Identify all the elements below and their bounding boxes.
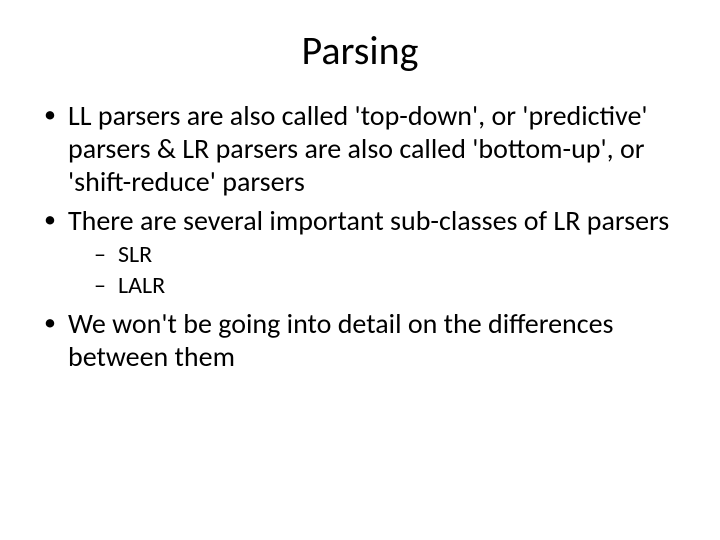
bullet-item: There are several important sub-classes …: [40, 204, 680, 301]
bullet-text: There are several important sub-classes …: [68, 203, 669, 238]
bullet-item: LL parsers are also called 'top-down', o…: [40, 99, 680, 198]
slide-title: Parsing: [40, 26, 680, 75]
sub-bullet-item: LALR: [68, 272, 680, 301]
sub-bullet-item: SLR: [68, 241, 680, 270]
slide: Parsing LL parsers are also called 'top-…: [0, 0, 720, 540]
bullet-list: LL parsers are also called 'top-down', o…: [40, 99, 680, 373]
sub-bullet-list: SLR LALR: [68, 241, 680, 301]
bullet-item: We won't be going into detail on the dif…: [40, 307, 680, 373]
